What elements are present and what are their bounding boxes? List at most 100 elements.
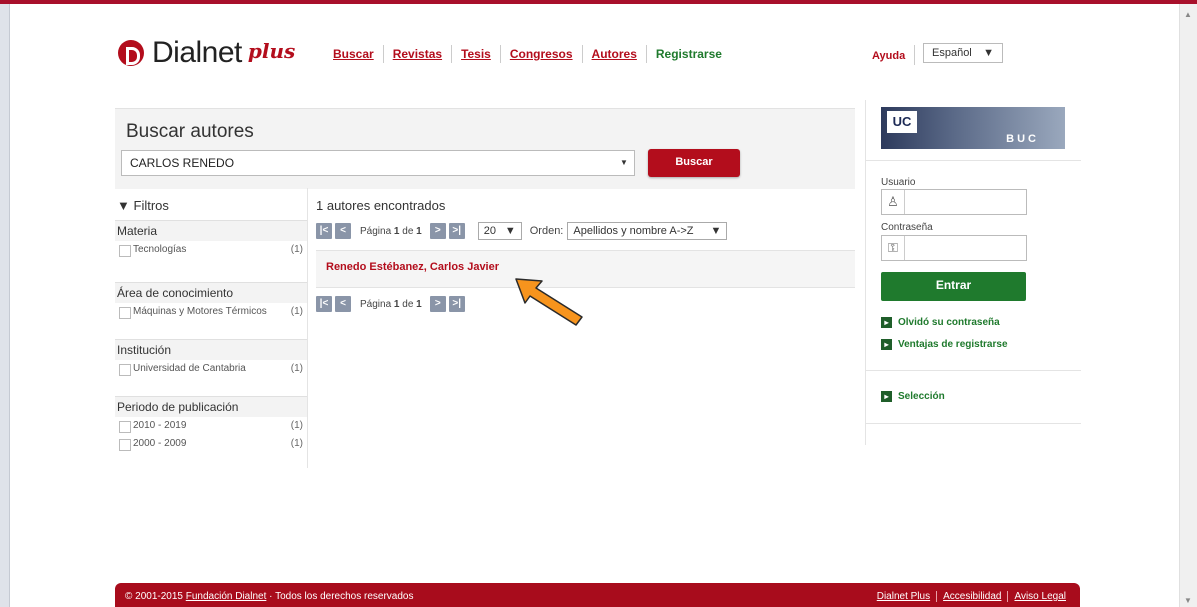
selection-label: Selección (898, 391, 945, 402)
arrow-right-icon: ▸ (881, 391, 892, 402)
filter-checkbox[interactable] (119, 421, 131, 433)
page-of: de (402, 298, 414, 310)
page-total: 1 (416, 225, 422, 237)
search-dropdown-icon[interactable]: ▼ (620, 158, 628, 167)
filter-section-title: Área de conocimiento (115, 282, 307, 303)
benefits-label: Ventajas de registrarse (898, 339, 1008, 350)
pager-top: |< < Página 1 de 1 > >| 20 ▼ Orden: Apel… (316, 222, 728, 240)
chevron-down-icon: ▼ (983, 47, 994, 59)
page-indicator: Página 1 de 1 (360, 226, 422, 237)
forgot-password-label: Olvidó su contraseña (898, 317, 1000, 328)
vertical-scrollbar[interactable]: ▲ ▼ (1179, 4, 1197, 607)
nav-buscar[interactable]: Buscar (325, 45, 384, 63)
author-result-link[interactable]: Renedo Estébanez, Carlos Javier (326, 261, 499, 273)
order-select[interactable]: Apellidos y nombre A->Z ▼ (567, 222, 728, 240)
filter-section-title: Periodo de publicación (115, 396, 307, 417)
nav-registrarse[interactable]: Registrarse (647, 45, 731, 63)
footer-link-accessibility[interactable]: Accesibilidad (936, 591, 1007, 602)
nav-revistas[interactable]: Revistas (384, 45, 453, 63)
filter-section-institucion: Institución Universidad de Cantabria (1) (115, 339, 307, 378)
header-divider (914, 45, 915, 65)
footer-link-legal[interactable]: Aviso Legal (1007, 591, 1072, 602)
buc-text: BUC (1006, 133, 1039, 145)
search-input[interactable]: CARLOS RENEDO (121, 150, 635, 176)
login-button[interactable]: Entrar (881, 272, 1026, 301)
filter-checkbox[interactable] (119, 364, 131, 376)
filter-checkbox[interactable] (119, 245, 131, 257)
main-nav: Buscar Revistas Tesis Congresos Autores … (325, 45, 731, 63)
language-value: Español (932, 47, 972, 59)
filter-section-materia: Materia Tecnologías (1) (115, 220, 307, 259)
university-banner[interactable]: UC BUC (881, 107, 1065, 149)
page-total: 1 (416, 298, 422, 310)
filter-count: (1) (290, 438, 303, 449)
page-current: 1 (393, 225, 400, 237)
page-prefix: Página (360, 298, 392, 310)
page-prefix: Página (360, 225, 392, 237)
arrow-right-icon: ▸ (881, 317, 892, 328)
dialnet-logo-icon (118, 40, 144, 66)
user-icon: ♙ (882, 190, 905, 214)
footer: © 2001-2015 Fundación Dialnet · Todos lo… (115, 583, 1080, 607)
language-select[interactable]: Español ▼ (923, 43, 1003, 63)
benefits-link[interactable]: ▸ Ventajas de registrarse (881, 339, 1008, 350)
filter-count: (1) (290, 420, 303, 431)
search-button[interactable]: Buscar (648, 149, 740, 177)
user-field[interactable]: ♙ (881, 189, 1027, 215)
filter-checkbox[interactable] (119, 439, 131, 451)
filter-item[interactable]: 2000 - 2009 (1) (115, 435, 307, 453)
filter-label: Máquinas y Motores Térmicos (133, 306, 267, 317)
search-title: Buscar autores (126, 121, 254, 142)
page-of: de (402, 225, 414, 237)
arrow-right-icon: ▸ (881, 339, 892, 350)
logo-text: Dialnet (152, 36, 242, 69)
selection-link[interactable]: ▸ Selección (881, 391, 945, 402)
filter-section-periodo: Periodo de publicación 2010 - 2019 (1) 2… (115, 396, 307, 453)
page-current: 1 (393, 298, 400, 310)
logo-plus: plus (247, 39, 296, 63)
dialnet-logo[interactable]: Dialnet plus (118, 36, 296, 69)
user-label: Usuario (881, 177, 916, 188)
page-indicator: Página 1 de 1 (360, 299, 422, 310)
filters-panel: ▼ Filtros Materia Tecnologías (1) Área d… (115, 188, 308, 468)
search-panel: Buscar autores CARLOS RENEDO ▼ Buscar (115, 108, 855, 189)
annotation-arrow-icon (515, 278, 583, 326)
filter-item[interactable]: 2010 - 2019 (1) (115, 417, 307, 435)
next-page-icon[interactable]: > (429, 296, 446, 312)
filter-section-title: Materia (115, 220, 307, 241)
last-page-icon[interactable]: >| (448, 223, 465, 239)
chevron-down-icon: ▼ (710, 225, 722, 237)
filter-label: Tecnologías (133, 244, 187, 255)
filter-section-title: Institución (115, 339, 307, 360)
key-icon: ⚿ (882, 236, 905, 260)
first-page-icon[interactable]: |< (316, 223, 332, 239)
filter-count: (1) (290, 363, 303, 374)
nav-congresos[interactable]: Congresos (501, 45, 583, 63)
filter-item[interactable]: Tecnologías (1) (115, 241, 307, 259)
first-page-icon[interactable]: |< (316, 296, 332, 312)
help-link[interactable]: Ayuda (872, 50, 905, 62)
footer-link-dialnet-plus[interactable]: Dialnet Plus (871, 591, 936, 602)
filter-label: 2010 - 2019 (133, 420, 187, 431)
per-page-select[interactable]: 20 ▼ (477, 222, 522, 240)
copyright-prefix: © 2001-2015 (125, 591, 183, 602)
footer-links: Dialnet Plus Accesibilidad Aviso Legal (871, 591, 1072, 602)
filter-item[interactable]: Universidad de Cantabria (1) (115, 360, 307, 378)
filter-item[interactable]: Máquinas y Motores Térmicos (1) (115, 303, 307, 321)
scroll-up-icon[interactable]: ▲ (1184, 10, 1192, 19)
prev-page-icon[interactable]: < (335, 296, 351, 312)
password-field[interactable]: ⚿ (881, 235, 1027, 261)
foundation-link[interactable]: Fundación Dialnet (186, 591, 267, 602)
filter-checkbox[interactable] (119, 307, 131, 319)
last-page-icon[interactable]: >| (448, 296, 465, 312)
footer-copyright: © 2001-2015 Fundación Dialnet · Todos lo… (125, 591, 413, 602)
prev-page-icon[interactable]: < (335, 223, 351, 239)
nav-autores[interactable]: Autores (583, 45, 647, 63)
scroll-down-icon[interactable]: ▼ (1184, 596, 1192, 605)
nav-tesis[interactable]: Tesis (452, 45, 501, 63)
filter-count: (1) (290, 244, 303, 255)
filter-funnel-icon: ▼ (117, 198, 130, 213)
window-left-edge (0, 4, 10, 607)
forgot-password-link[interactable]: ▸ Olvidó su contraseña (881, 317, 1000, 328)
next-page-icon[interactable]: > (429, 223, 446, 239)
